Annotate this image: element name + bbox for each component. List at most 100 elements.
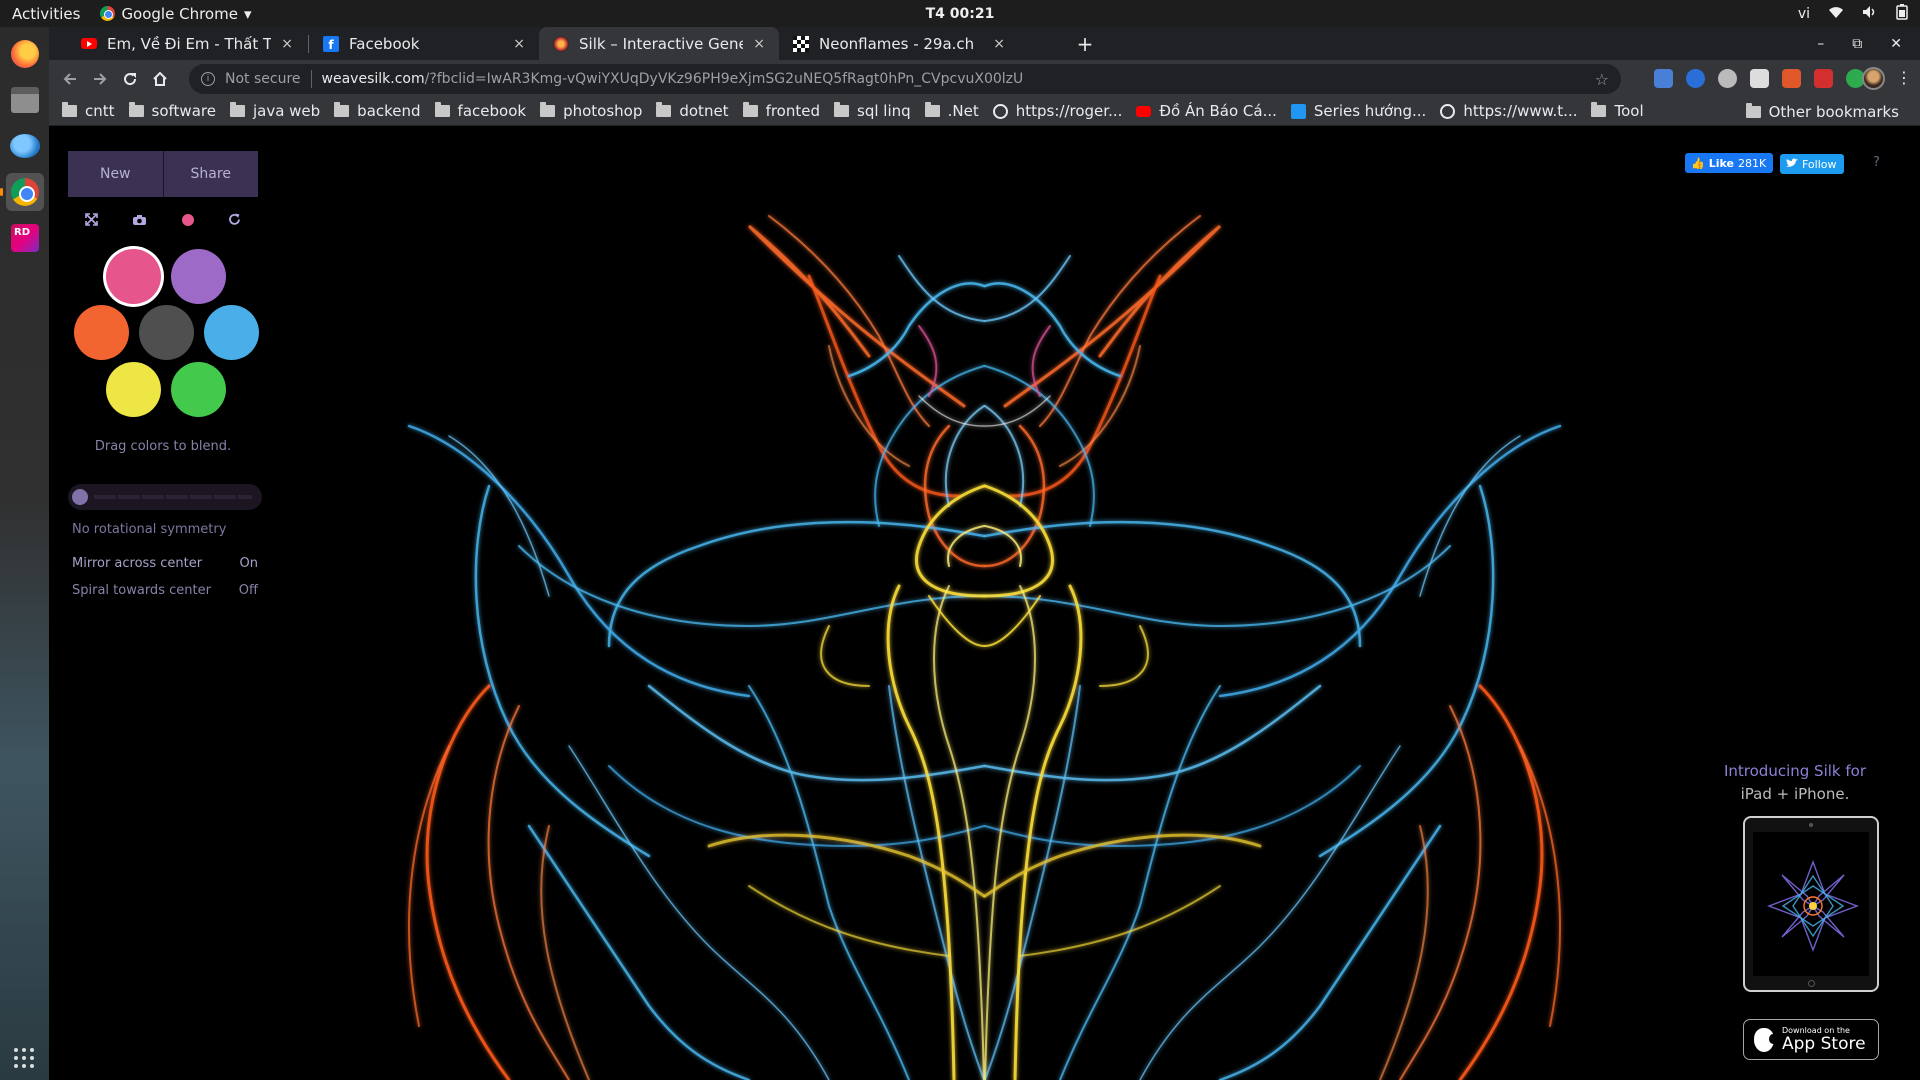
close-icon[interactable]: × [281,36,293,52]
minimize-icon[interactable]: – [1817,36,1824,52]
thunderbird-icon [10,134,40,158]
firefox-icon [11,40,39,68]
share-button[interactable]: Share [163,151,258,197]
tool-icons [68,211,258,229]
close-icon[interactable]: × [753,36,765,52]
screen-capture-extension-icon[interactable] [1718,69,1737,88]
bookmark-tool[interactable]: Tool [1584,102,1650,120]
fullscreen-icon[interactable] [85,211,98,230]
bookmark-star-icon[interactable]: ☆ [1595,70,1609,89]
close-window-icon[interactable]: ✕ [1890,36,1902,52]
show-applications-icon[interactable] [14,1048,34,1068]
bookmark-java-web[interactable]: java web [223,102,327,120]
bookmark-www-t[interactable]: https://www.t... [1433,102,1584,120]
reload-button[interactable] [117,66,143,92]
input-method[interactable]: vi [1798,6,1810,22]
swatch-yellow[interactable] [106,362,161,417]
globe-icon [1440,103,1456,119]
j-extension-icon[interactable] [1686,69,1705,88]
dock-chrome[interactable] [0,173,44,211]
swatch-pink[interactable] [106,249,161,304]
dock-thunderbird[interactable] [6,127,44,165]
tab-title: Neonflames - 29a.ch [819,34,975,53]
bookmark-fronted[interactable]: fronted [736,102,827,120]
other-bookmarks[interactable]: Other bookmarks [1739,97,1906,126]
menu-icon[interactable]: ⋮ [1896,68,1912,87]
spiral-label: Spiral towards center [72,583,211,598]
new-button[interactable]: New [68,151,164,197]
mail-extension-icon[interactable] [1814,69,1833,88]
bookmark-cntt[interactable]: cntt [55,102,122,120]
bookmark-series[interactable]: Series hướng... [1284,102,1433,120]
swatch-purple[interactable] [171,249,226,304]
app-menu[interactable]: Google Chrome ▾ [92,5,251,23]
silk-canvas[interactable] [49,126,1920,1080]
ipad-image[interactable] [1743,816,1879,992]
home-button[interactable] [147,66,173,92]
app-store-badge[interactable]: Download on the App Store [1743,1019,1879,1060]
folder-icon [1591,102,1607,117]
camera-icon[interactable] [132,211,147,230]
swatch-blue[interactable] [204,305,259,360]
close-icon[interactable]: × [513,36,525,52]
mirror-value[interactable]: On [240,556,258,571]
activities-button[interactable]: Activities [0,5,92,23]
system-tray[interactable]: vi [1798,0,1908,27]
bookmark-do-an[interactable]: Đồ Án Báo Cá... [1129,102,1284,120]
bookmark-facebook[interactable]: facebook [428,102,534,120]
bookmark-photoshop[interactable]: photoshop [533,102,649,120]
new-tab-button[interactable]: + [1073,32,1097,56]
tab-neonflames[interactable]: Neonflames - 29a.ch × [779,27,1019,60]
address-bar[interactable]: i Not secure weavesilk.com /?fbclid=IwAR… [189,64,1621,94]
bookmark-net[interactable]: .Net [918,102,986,120]
clock[interactable]: T4 00:21 [926,6,995,22]
back-button[interactable] [57,66,83,92]
chrome-icon [100,6,116,21]
twitter-follow-button[interactable]: Follow [1780,154,1844,174]
bookmark-backend[interactable]: backend [327,102,427,120]
dock-firefox[interactable] [6,35,44,73]
bookmark-roger[interactable]: https://roger... [986,102,1130,120]
spiral-value[interactable]: Off [239,583,258,598]
bookmark-dotnet[interactable]: dotnet [649,102,735,120]
close-icon[interactable]: × [993,36,1005,52]
tab-silk[interactable]: Silk – Interactive Generative Art × [539,27,779,60]
help-button[interactable]: ? [1873,155,1880,170]
tab-youtube[interactable]: Em, Về Đi Em - Thất Tình × [67,27,307,60]
info-icon[interactable]: i [201,72,215,86]
restore-icon[interactable]: ⧉ [1852,36,1862,52]
symmetry-label: No rotational symmetry [72,522,227,537]
translate-extension-icon[interactable] [1654,69,1673,88]
folder-icon [334,102,350,117]
facebook-like-button[interactable]: 👍 Like 281K [1685,153,1773,173]
print-extension-icon[interactable] [1750,69,1769,88]
bookmark-label: https://www.t... [1463,102,1578,120]
bookmark-site-icon [1290,103,1306,119]
forward-button[interactable] [87,66,113,92]
volume-icon [1862,5,1878,23]
folder-icon [540,102,556,117]
rider-icon: RD [11,224,39,252]
profile-avatar[interactable] [1862,67,1885,90]
dock-files[interactable] [6,81,44,119]
bookmark-software[interactable]: software [122,102,223,120]
chevron-down-icon: ▾ [243,4,252,23]
mirror-option[interactable]: Mirror across center On [72,556,258,571]
dock-rider[interactable]: RD [6,219,44,257]
slider-knob[interactable] [72,489,88,505]
swatch-green[interactable] [171,362,226,417]
security-label[interactable]: Not secure [225,71,301,87]
orange-extension-icon[interactable] [1782,69,1801,88]
apple-icon [1754,1027,1777,1052]
swatch-gray[interactable] [139,305,194,360]
url-host: weavesilk.com [321,71,425,87]
tab-facebook[interactable]: f Facebook × [309,27,539,60]
undo-icon[interactable] [228,211,241,230]
bookmark-sql-linq[interactable]: sql linq [827,102,918,120]
record-icon[interactable] [181,214,194,226]
bookmark-label: software [151,102,216,120]
symmetry-slider[interactable] [68,484,262,510]
folder-icon [656,102,672,117]
spiral-option[interactable]: Spiral towards center Off [72,583,258,598]
swatch-orange[interactable] [74,305,129,360]
